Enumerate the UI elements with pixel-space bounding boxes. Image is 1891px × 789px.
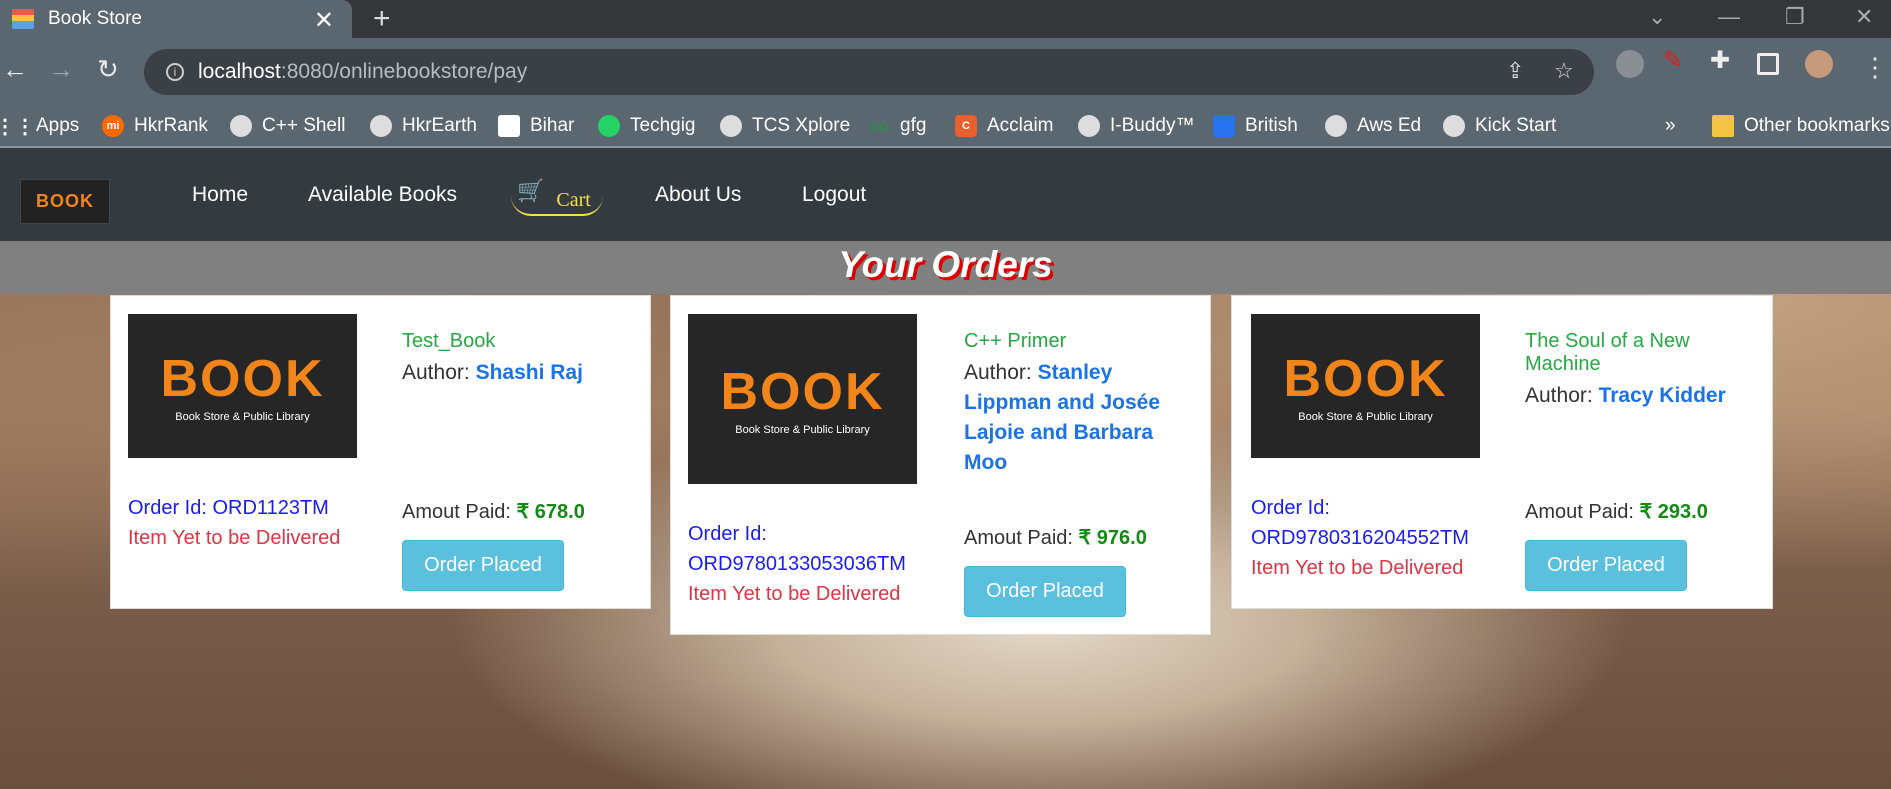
nav-about-us[interactable]: About Us — [655, 183, 741, 207]
order-placed-button[interactable]: Order Placed — [964, 566, 1126, 617]
bookmark-apps[interactable]: ⋮⋮ Apps — [0, 106, 79, 146]
tab-title: Book Store — [48, 8, 142, 29]
bookmarks-bar: ⋮⋮ Apps mi HkrRank C++ Shell HkrEarth Biha… — [0, 106, 1891, 148]
nav-logout[interactable]: Logout — [802, 183, 866, 207]
bookmark-cpp-shell[interactable]: C++ Shell — [230, 106, 345, 146]
globe-icon — [370, 115, 392, 137]
bookmark-star-icon[interactable]: ☆ — [1554, 58, 1574, 84]
order-card: BOOK Book Store & Public Library Test_Bo… — [110, 295, 651, 609]
globe-icon — [1443, 115, 1465, 137]
order-placed-button[interactable]: Order Placed — [1525, 540, 1687, 591]
book-title: Test_Book — [402, 330, 496, 352]
pen-extension-icon[interactable]: ✎ — [1663, 46, 1691, 74]
bookmark-kick-start[interactable]: Kick Start — [1443, 106, 1556, 146]
tab-search-icon[interactable]: ⌄ — [1648, 4, 1666, 30]
bookmark-bihar[interactable]: Bihar — [498, 106, 574, 146]
bookmark-hkrrank[interactable]: mi HkrRank — [102, 106, 208, 146]
share-icon[interactable]: ⇪ — [1506, 58, 1524, 84]
extension-icon-1[interactable] — [1616, 50, 1644, 78]
restore-icon[interactable]: ❐ — [1785, 4, 1805, 30]
order-card: BOOK Book Store & Public Library The Sou… — [1231, 295, 1773, 609]
gfg-icon: GG — [868, 118, 890, 134]
bookmarks-overflow[interactable]: » — [1665, 106, 1676, 146]
tab-book-store[interactable]: Book Store ✕ — [0, 0, 352, 38]
close-window-icon[interactable]: ✕ — [1855, 4, 1873, 30]
address-bar[interactable]: i localhost :8080/onlinebookstore/pay ⇪ … — [144, 49, 1594, 95]
bookmark-aws-ed[interactable]: Aws Ed — [1325, 106, 1421, 146]
delivery-status: Item Yet to be Delivered — [688, 583, 901, 605]
other-bookmarks[interactable]: Other bookmarks — [1712, 106, 1890, 146]
book-cover: BOOK Book Store & Public Library — [1251, 314, 1480, 458]
bookmark-acclaim[interactable]: C Acclaim — [955, 106, 1054, 146]
whatsapp-icon — [598, 115, 620, 137]
globe-icon — [1078, 115, 1100, 137]
book-author: Author: Stanley Lippman and Josée Lajoie… — [964, 361, 1161, 474]
delivery-status: Item Yet to be Delivered — [1251, 557, 1464, 579]
side-panel-icon[interactable] — [1757, 53, 1779, 75]
bookmark-british[interactable]: British — [1213, 106, 1298, 146]
puzzle-extensions-icon[interactable]: ✚ — [1710, 46, 1738, 74]
minimize-icon[interactable]: — — [1718, 4, 1740, 30]
acclaim-icon: C — [955, 115, 977, 137]
forward-icon[interactable]: → — [48, 54, 74, 85]
globe-icon — [230, 115, 252, 137]
amount-paid: Amout Paid: ₹ 976.0 — [964, 527, 1147, 549]
site-navbar: BOOK Home Available Books 🛒 Cart About U… — [0, 148, 1891, 241]
book-title: C++ Primer — [964, 330, 1067, 352]
books-favicon-icon — [12, 9, 34, 29]
order-id: Order Id: ORD9780316204552TM — [1251, 497, 1469, 549]
new-tab-icon[interactable]: + — [373, 2, 391, 36]
site-info-icon[interactable]: i — [166, 63, 184, 81]
url-path: :8080/onlinebookstore/pay — [280, 60, 528, 83]
book-cover: BOOK Book Store & Public Library — [688, 314, 917, 484]
folder-icon — [1712, 115, 1734, 137]
bookmark-hkrearth[interactable]: HkrEarth — [370, 106, 477, 146]
flipkart-icon — [1213, 115, 1235, 137]
book-author: Author: Shashi Raj — [402, 361, 583, 384]
profile-avatar[interactable] — [1805, 50, 1833, 78]
globe-icon — [1325, 115, 1347, 137]
order-id: Order Id: ORD9780133053036TM — [688, 523, 906, 575]
bookmark-i-buddy[interactable]: I-Buddy™ — [1078, 106, 1194, 146]
book-cover: BOOK Book Store & Public Library — [128, 314, 357, 458]
bookmark-techgig[interactable]: Techgig — [598, 106, 696, 146]
mi-icon: mi — [102, 115, 124, 137]
amount-paid: Amout Paid: ₹ 293.0 — [1525, 501, 1708, 523]
url-host: localhost — [198, 60, 281, 83]
site-logo[interactable]: BOOK — [20, 179, 110, 224]
order-placed-button[interactable]: Order Placed — [402, 540, 564, 591]
nav-available-books[interactable]: Available Books — [308, 183, 457, 207]
reload-icon[interactable]: ↻ — [97, 54, 119, 85]
tab-strip: Book Store ✕ + ⌄ — ❐ ✕ — [0, 0, 1891, 38]
globe-icon — [720, 115, 742, 137]
back-icon[interactable]: ← — [2, 54, 28, 85]
browser-menu-icon[interactable]: ⋮ — [1862, 52, 1888, 83]
book-author: Author: Tracy Kidder — [1525, 384, 1726, 407]
bookmark-tcs-xplore[interactable]: TCS Xplore — [720, 106, 850, 146]
bookmark-gfg[interactable]: GG gfg — [868, 106, 927, 146]
delivery-status: Item Yet to be Delivered — [128, 527, 341, 549]
order-card: BOOK Book Store & Public Library C++ Pri… — [670, 295, 1211, 635]
close-tab-icon[interactable]: ✕ — [314, 6, 334, 35]
browser-toolbar: ← → ↻ i localhost :8080/onlinebookstore/… — [0, 38, 1891, 106]
order-id: Order Id: ORD1123TM — [128, 497, 329, 519]
nav-cart[interactable]: 🛒 Cart — [511, 178, 603, 216]
apps-grid-icon: ⋮⋮ — [0, 115, 35, 138]
page-title: Your Orders — [838, 244, 1053, 285]
amount-paid: Amout Paid: ₹ 678.0 — [402, 501, 585, 523]
cart-icon: 🛒 — [517, 178, 545, 203]
book-title: The Soul of a New Machine — [1525, 330, 1690, 375]
nav-home[interactable]: Home — [192, 183, 248, 207]
bihar-icon — [498, 115, 520, 137]
